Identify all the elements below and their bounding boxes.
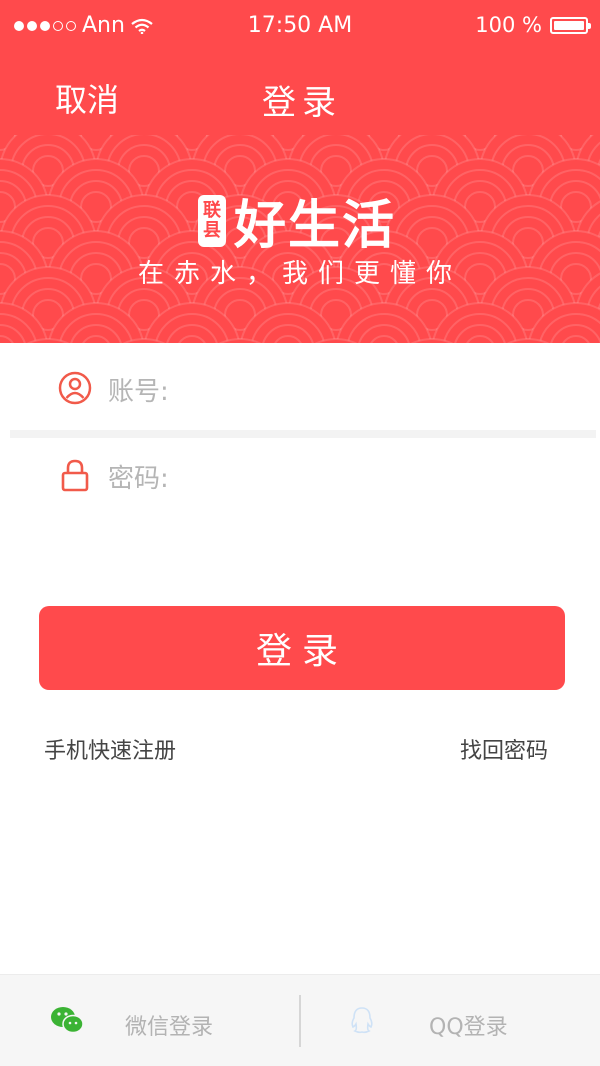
battery-percent: 100 % bbox=[475, 13, 542, 37]
status-right: 100 % bbox=[475, 13, 591, 37]
wechat-login-label: 微信登录 bbox=[125, 1015, 214, 1040]
qq-login-button[interactable]: QQ登录 bbox=[301, 975, 600, 1066]
battery-icon bbox=[550, 16, 591, 34]
slogan: 在赤水，我们更懂你 bbox=[137, 259, 462, 289]
lock-icon bbox=[61, 459, 89, 492]
login-button[interactable]: 登录 bbox=[39, 606, 565, 690]
password-input[interactable] bbox=[180, 454, 564, 496]
password-row: 密码: bbox=[0, 432, 600, 518]
wechat-icon bbox=[51, 1007, 84, 1034]
account-label: 账号: bbox=[108, 377, 169, 407]
logo-badge: 联 县 bbox=[198, 194, 226, 247]
forgot-password-link[interactable]: 找回密码 bbox=[460, 733, 548, 765]
logo: 联 县 好生活 bbox=[198, 183, 396, 258]
register-link[interactable]: 手机快速注册 bbox=[44, 733, 176, 765]
password-label: 密码: bbox=[108, 464, 169, 494]
logo-badge-top: 联 bbox=[203, 199, 221, 221]
logo-badge-bottom: 县 bbox=[203, 219, 221, 241]
status-bar: Ann 17:50 AM 100 % bbox=[0, 0, 600, 55]
third-party-login-bar: 微信登录 QQ登录 bbox=[0, 974, 600, 1066]
account-input[interactable] bbox=[180, 367, 564, 409]
qq-login-label: QQ登录 bbox=[429, 1015, 508, 1040]
page-title: 登录 bbox=[262, 83, 342, 123]
qq-icon bbox=[351, 1007, 373, 1034]
wechat-login-button[interactable]: 微信登录 bbox=[0, 975, 299, 1066]
brand-name: 好生活 bbox=[234, 196, 397, 256]
banner: 联 县 好生活 在赤水，我们更懂你 bbox=[0, 135, 600, 343]
cancel-button[interactable]: 取消 bbox=[55, 75, 119, 121]
user-icon bbox=[58, 371, 92, 405]
account-row: 账号: bbox=[0, 345, 600, 431]
nav-bar: 取消 登录 bbox=[0, 55, 600, 135]
